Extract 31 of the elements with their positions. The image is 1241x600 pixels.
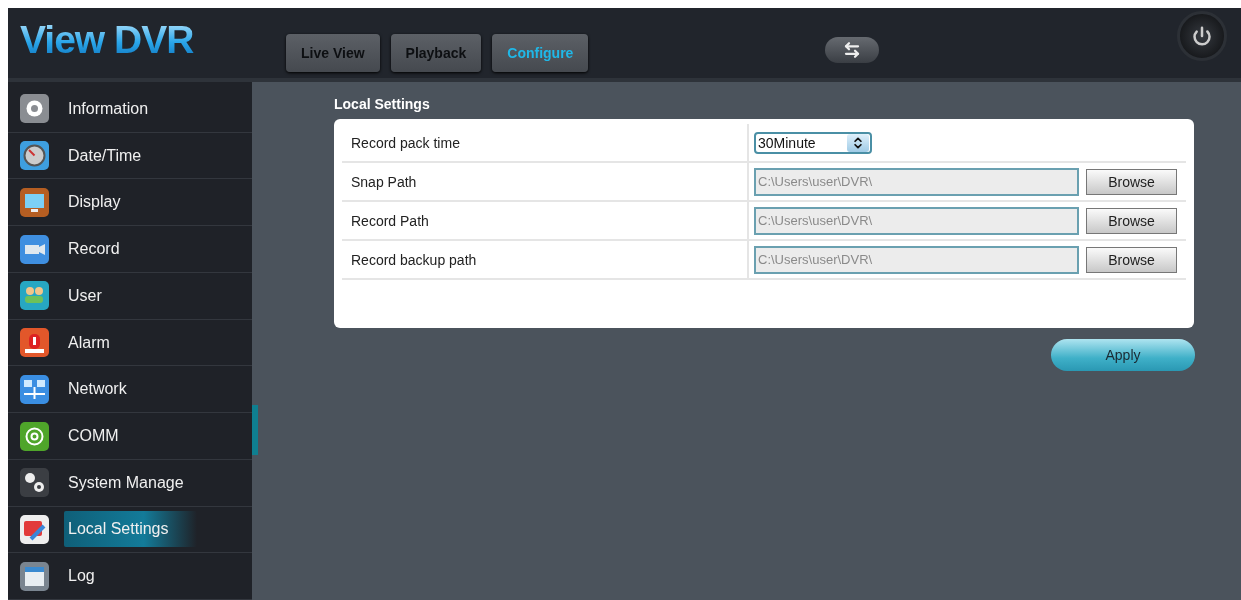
- sidebar-item[interactable]: Information: [64, 90, 177, 127]
- sidebar-item[interactable]: User: [64, 277, 130, 314]
- section-title: Local Settings: [334, 96, 431, 112]
- card-wrench-icon: [19, 513, 50, 545]
- sidebar-item[interactable]: System Manage: [64, 464, 212, 501]
- apply-button[interactable]: Apply: [1051, 339, 1195, 371]
- swap-arrows-icon: [843, 41, 862, 59]
- camera-icon: [19, 233, 50, 265]
- sidebar-item[interactable]: Display: [64, 184, 149, 221]
- monitor-icon: [19, 186, 50, 218]
- setting-label: Record pack time: [342, 124, 749, 161]
- collapse-handle[interactable]: [252, 405, 258, 455]
- users-icon: [19, 280, 50, 312]
- setting-label: Record backup path: [342, 241, 749, 278]
- sidebar-item[interactable]: Date/Time: [64, 137, 170, 174]
- stepper-icon: [847, 133, 869, 152]
- sidebar-item[interactable]: Alarm: [64, 324, 138, 361]
- network-icon: [19, 373, 50, 405]
- power-icon: [1192, 26, 1212, 46]
- power-button[interactable]: [1177, 11, 1227, 61]
- sidebar-item[interactable]: Network: [64, 371, 155, 408]
- select-field[interactable]: 30Minute: [754, 131, 872, 154]
- sidebar-item[interactable]: Log: [64, 558, 123, 595]
- sidebar-item[interactable]: Record: [64, 231, 148, 268]
- sidebar-item[interactable]: COMM: [64, 418, 147, 454]
- gauge-icon: [19, 140, 50, 172]
- sidebar-item[interactable]: Local Settings: [64, 511, 197, 548]
- swap-button[interactable]: [825, 37, 880, 63]
- setting-label: Record Path: [342, 202, 749, 239]
- setting-label: Snap Path: [342, 163, 749, 200]
- calendar-icon: [19, 560, 50, 592]
